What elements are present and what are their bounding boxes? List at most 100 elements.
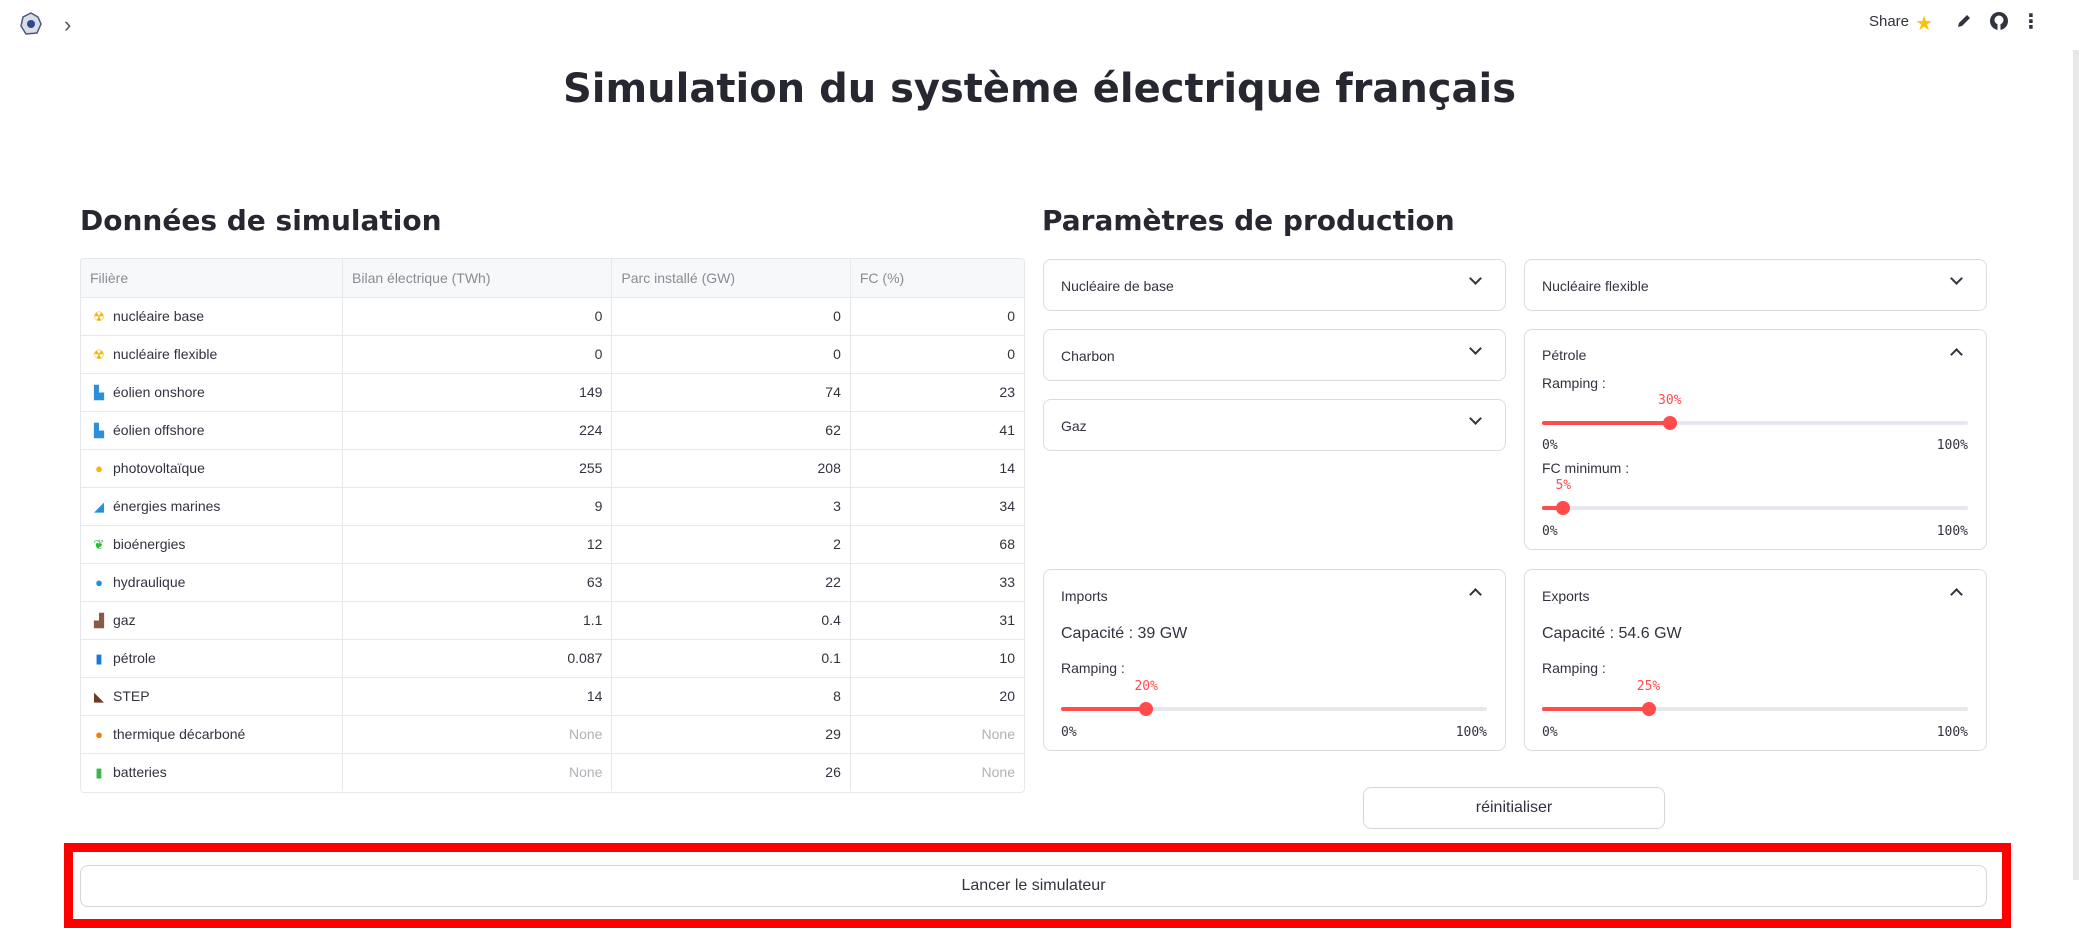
more-vertical-icon[interactable]: ⋮: [2021, 9, 2041, 34]
expander-imports[interactable]: Imports Capacité : 39 GW Ramping : 20% 0…: [1043, 569, 1506, 751]
cell-filiere[interactable]: ● thermique décarboné: [81, 715, 344, 754]
pencil-icon[interactable]: [1956, 13, 1972, 29]
cell-bilan[interactable]: 9: [342, 487, 613, 526]
chevron-right-icon[interactable]: ›: [64, 12, 71, 38]
cell-fc[interactable]: 20: [850, 677, 1024, 716]
table-row[interactable]: ▮ batteries None 26 None: [81, 753, 1024, 791]
table-row[interactable]: ☢ nucléaire base 0 0 0: [81, 297, 1024, 336]
cell-bilan[interactable]: 1.1: [342, 601, 613, 640]
cell-fc[interactable]: 0: [850, 297, 1024, 336]
expander-gaz[interactable]: Gaz: [1043, 399, 1506, 451]
expander-charbon[interactable]: Charbon: [1043, 329, 1506, 381]
ramping-slider[interactable]: 25%: [1542, 679, 1968, 716]
cell-parc[interactable]: 26: [611, 753, 851, 791]
cell-parc[interactable]: 0.4: [611, 601, 851, 640]
cell-parc[interactable]: 0.1: [611, 639, 851, 678]
github-icon[interactable]: [1989, 11, 2009, 31]
scrollbar[interactable]: [2073, 50, 2079, 880]
ramping-slider[interactable]: 20%: [1061, 679, 1487, 716]
slider-handle[interactable]: [1641, 702, 1656, 716]
cell-parc[interactable]: 22: [611, 563, 851, 602]
cell-fc[interactable]: 34: [850, 487, 1024, 526]
expander-nucleaire-flexible[interactable]: Nucléaire flexible: [1524, 259, 1987, 311]
slider-fill: [1542, 421, 1670, 425]
cell-bilan[interactable]: 0.087: [342, 639, 613, 678]
table-row[interactable]: ▟ gaz 1.1 0.4 31: [81, 601, 1024, 640]
cell-bilan[interactable]: None: [342, 753, 613, 791]
cell-bilan[interactable]: 224: [342, 411, 613, 450]
expander-exports[interactable]: Exports Capacité : 54.6 GW Ramping : 25%…: [1524, 569, 1987, 751]
cell-filiere[interactable]: ▟ gaz: [81, 601, 344, 640]
cell-parc[interactable]: 0: [611, 335, 851, 374]
slider-handle[interactable]: [1139, 702, 1154, 716]
cell-filiere[interactable]: ❦ bioénergies: [81, 525, 344, 564]
table-row[interactable]: ◢ énergies marines 9 3 34: [81, 487, 1024, 526]
cell-bilan[interactable]: 12: [342, 525, 613, 564]
cell-bilan[interactable]: None: [342, 715, 613, 754]
chevron-up-icon[interactable]: [1469, 584, 1483, 601]
table-row[interactable]: ☢ nucléaire flexible 0 0 0: [81, 335, 1024, 374]
column-header-fc[interactable]: FC (%): [850, 259, 1024, 298]
ramping-slider[interactable]: 30%: [1542, 393, 1968, 430]
cell-parc[interactable]: 3: [611, 487, 851, 526]
chevron-up-icon[interactable]: [1950, 584, 1964, 601]
simulation-data-table[interactable]: Filière Bilan électrique (TWh) Parc inst…: [80, 258, 1025, 793]
cell-filiere[interactable]: ● photovoltaïque: [81, 449, 344, 488]
column-header-parc[interactable]: Parc installé (GW): [611, 259, 851, 298]
cell-parc[interactable]: 8: [611, 677, 851, 716]
reset-button[interactable]: réinitialiser: [1363, 787, 1665, 829]
cell-filiere[interactable]: ☢ nucléaire flexible: [81, 335, 344, 374]
table-row[interactable]: ● hydraulique 63 22 33: [81, 563, 1024, 602]
column-header-filiere[interactable]: Filière: [81, 259, 344, 298]
column-header-bilan[interactable]: Bilan électrique (TWh): [342, 259, 613, 298]
cell-parc[interactable]: 62: [611, 411, 851, 450]
cell-fc[interactable]: None: [850, 715, 1024, 754]
table-row[interactable]: ▮ pétrole 0.087 0.1 10: [81, 639, 1024, 678]
cell-bilan[interactable]: 63: [342, 563, 613, 602]
cell-parc[interactable]: 2: [611, 525, 851, 564]
slider-handle[interactable]: [1556, 501, 1571, 515]
table-row[interactable]: ▙ éolien offshore 224 62 41: [81, 411, 1024, 450]
cell-filiere[interactable]: ▮ batteries: [81, 753, 344, 791]
cell-fc[interactable]: 31: [850, 601, 1024, 640]
expander-nucleaire-base[interactable]: Nucléaire de base: [1043, 259, 1506, 311]
launch-simulator-button[interactable]: Lancer le simulateur: [80, 865, 1987, 907]
share-button[interactable]: Share: [1869, 13, 1909, 30]
table-row[interactable]: ● thermique décarboné None 29 None: [81, 715, 1024, 754]
cell-fc[interactable]: None: [850, 753, 1024, 791]
cell-filiere[interactable]: ● hydraulique: [81, 563, 344, 602]
cell-parc[interactable]: 29: [611, 715, 851, 754]
cell-fc[interactable]: 23: [850, 373, 1024, 412]
cell-fc[interactable]: 33: [850, 563, 1024, 602]
cell-filiere[interactable]: ▙ éolien onshore: [81, 373, 344, 412]
cell-filiere[interactable]: ◣ STEP: [81, 677, 344, 716]
cell-filiere[interactable]: ◢ énergies marines: [81, 487, 344, 526]
cell-bilan[interactable]: 0: [342, 335, 613, 374]
fc-minimum-slider[interactable]: 5%: [1542, 478, 1968, 515]
cell-filiere[interactable]: ☢ nucléaire base: [81, 297, 344, 336]
expander-title: Imports: [1061, 588, 1108, 604]
cell-bilan[interactable]: 14: [342, 677, 613, 716]
cell-parc[interactable]: 0: [611, 297, 851, 336]
cell-filiere[interactable]: ▮ pétrole: [81, 639, 344, 678]
cell-bilan[interactable]: 0: [342, 297, 613, 336]
table-row[interactable]: ▙ éolien onshore 149 74 23: [81, 373, 1024, 412]
cell-fc[interactable]: 10: [850, 639, 1024, 678]
cell-parc[interactable]: 74: [611, 373, 851, 412]
cell-fc[interactable]: 68: [850, 525, 1024, 564]
cell-fc[interactable]: 41: [850, 411, 1024, 450]
star-icon[interactable]: ★: [1915, 11, 1933, 36]
table-row[interactable]: ● photovoltaïque 255 208 14: [81, 449, 1024, 488]
cell-fc[interactable]: 0: [850, 335, 1024, 374]
cell-filiere[interactable]: ▙ éolien offshore: [81, 411, 344, 450]
chevron-up-icon[interactable]: [1950, 344, 1964, 361]
slider-handle[interactable]: [1662, 416, 1677, 430]
expander-petrole[interactable]: Pétrole Ramping : 30% 0% 100% FC minimum…: [1524, 329, 1987, 550]
table-row[interactable]: ◣ STEP 14 8 20: [81, 677, 1024, 716]
table-row[interactable]: ❦ bioénergies 12 2 68: [81, 525, 1024, 564]
cell-fc[interactable]: 14: [850, 449, 1024, 488]
cell-parc[interactable]: 208: [611, 449, 851, 488]
cell-bilan[interactable]: 255: [342, 449, 613, 488]
app-logo-icon[interactable]: [18, 11, 44, 37]
cell-bilan[interactable]: 149: [342, 373, 613, 412]
